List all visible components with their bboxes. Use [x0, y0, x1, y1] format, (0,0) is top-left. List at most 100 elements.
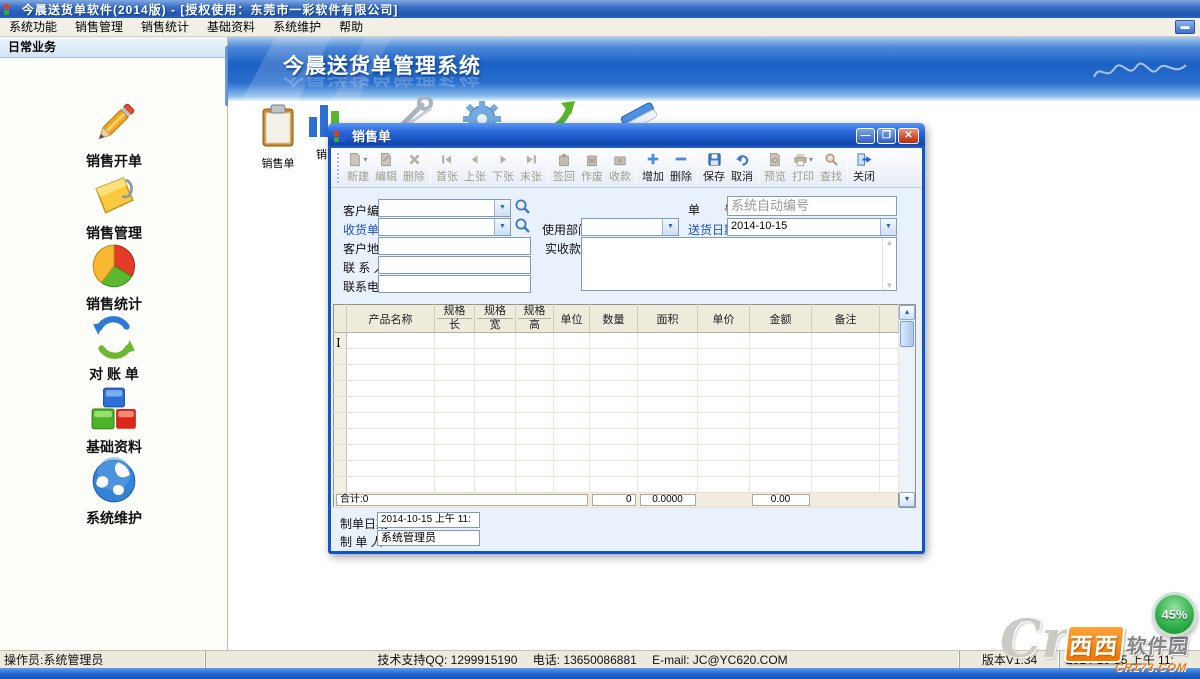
- next-record-button[interactable]: 下张: [489, 149, 517, 186]
- phone-field[interactable]: [378, 275, 531, 293]
- col-unit[interactable]: 单位: [554, 305, 590, 333]
- textarea-scrollbar[interactable]: ▲▼: [882, 238, 896, 290]
- globe-icon: [89, 456, 139, 506]
- sidebar-header: 日常业务: [0, 37, 227, 58]
- button-label: 删除: [403, 168, 425, 184]
- col-spec-width[interactable]: 规格宽: [475, 305, 516, 333]
- col-note[interactable]: 备注: [812, 305, 880, 333]
- grid-row[interactable]: [334, 349, 899, 365]
- sales-order-shortcut[interactable]: 销售单: [248, 103, 308, 171]
- col-unit-price[interactable]: 单价: [698, 305, 750, 333]
- progress-badge: 45%: [1152, 592, 1197, 637]
- delete-button[interactable]: 删除: [400, 149, 428, 186]
- menu-help[interactable]: 帮助: [330, 18, 372, 36]
- grid-row[interactable]: [334, 445, 899, 461]
- mdi-minimize-button[interactable]: ▬: [1175, 20, 1195, 34]
- grid-row[interactable]: [334, 333, 899, 349]
- receive-payment-icon: [613, 152, 627, 167]
- chevron-down-icon[interactable]: ▼: [880, 219, 896, 235]
- app-logo-icon: [4, 3, 16, 15]
- receiver-combo[interactable]: ▼: [378, 218, 511, 236]
- scroll-down-icon[interactable]: ▼: [899, 492, 915, 507]
- address-field[interactable]: [378, 237, 531, 255]
- scroll-down-icon[interactable]: ▼: [883, 281, 896, 290]
- sign-back-icon: [557, 152, 571, 167]
- dialog-maximize-button[interactable]: ❐: [877, 128, 896, 144]
- grid-row[interactable]: [334, 413, 899, 429]
- sign-back-button[interactable]: 签回: [550, 149, 578, 186]
- receive-payment-button[interactable]: 收款: [606, 149, 634, 186]
- grid-row[interactable]: [334, 397, 899, 413]
- received-label: 实收款: [545, 240, 581, 257]
- toolbar-separator: [697, 152, 698, 184]
- menu-maintenance[interactable]: 系统维护: [264, 18, 330, 36]
- button-label: 增加: [642, 168, 664, 184]
- delivery-date-picker[interactable]: 2014-10-15▼: [727, 218, 897, 236]
- prev-record-button[interactable]: 上张: [461, 149, 489, 186]
- add-row-button[interactable]: 增加: [639, 149, 667, 186]
- grid-row[interactable]: [334, 381, 899, 397]
- sidebar-item-sales-manage[interactable]: 销售管理: [0, 171, 228, 243]
- maker-field[interactable]: 系统管理员: [377, 530, 480, 546]
- order-no-field[interactable]: 系统自动编号: [727, 196, 897, 216]
- preview-button[interactable]: 预览: [761, 149, 789, 186]
- menu-base-data[interactable]: 基础资料: [198, 18, 264, 36]
- contact-field[interactable]: [378, 256, 531, 274]
- chevron-down-icon[interactable]: ▼: [494, 200, 510, 216]
- toolbar-grip[interactable]: [337, 153, 341, 183]
- col-quantity[interactable]: 数量: [590, 305, 638, 333]
- receiver-search-icon[interactable]: [514, 217, 531, 234]
- chevron-down-icon[interactable]: ▼: [662, 219, 678, 235]
- chevron-down-icon[interactable]: ▼: [494, 219, 510, 235]
- sidebar-item-sales-stats[interactable]: 销售统计: [0, 242, 228, 314]
- scrollbar-thumb[interactable]: [900, 321, 914, 347]
- last-record-button[interactable]: 末张: [517, 149, 545, 186]
- dialog-content: ▾ 新建 编辑 删除 首张 上张: [331, 148, 922, 551]
- grid-row[interactable]: [334, 477, 899, 493]
- void-button[interactable]: 作废: [578, 149, 606, 186]
- sidebar-item-maintenance[interactable]: 系统维护: [0, 456, 228, 528]
- new-button[interactable]: ▾ 新建: [344, 149, 372, 186]
- void-icon: [585, 152, 599, 167]
- customer-search-icon[interactable]: [514, 198, 531, 215]
- grid-row[interactable]: [334, 365, 899, 381]
- cancel-button[interactable]: 取消: [728, 149, 756, 186]
- scroll-up-icon[interactable]: ▲: [883, 238, 896, 247]
- customer-no-combo[interactable]: ▼: [378, 199, 511, 217]
- remove-row-button[interactable]: 删除: [667, 149, 695, 186]
- col-spec-height[interactable]: 规格高: [516, 305, 554, 333]
- dialog-toolbar: ▾ 新建 编辑 删除 首张 上张: [331, 148, 922, 188]
- dept-combo[interactable]: ▼: [581, 218, 679, 236]
- sidebar-item-sales-entry[interactable]: 销售开单: [0, 99, 228, 171]
- sidebar-item-label: 基础资料: [0, 437, 228, 457]
- close-form-button[interactable]: 关闭: [850, 149, 878, 186]
- find-button[interactable]: 查找: [817, 149, 845, 186]
- col-area[interactable]: 面积: [638, 305, 698, 333]
- button-label: 首张: [436, 168, 458, 184]
- dialog-close-button[interactable]: ✕: [898, 128, 919, 144]
- menu-sales-manage[interactable]: 销售管理: [66, 18, 132, 36]
- sidebar-item-base-data[interactable]: 基础资料: [0, 385, 228, 457]
- edit-button[interactable]: 编辑: [372, 149, 400, 186]
- col-product-name[interactable]: 产品名称: [347, 305, 435, 333]
- status-support: 技术支持QQ: 1299915190 电话: 13650086881 E-mai…: [206, 651, 960, 668]
- scrollbar-track[interactable]: [899, 348, 915, 492]
- col-amount[interactable]: 金额: [750, 305, 812, 333]
- sidebar-item-statement[interactable]: 对 账 单: [0, 314, 228, 384]
- print-button[interactable]: ▾ 打印: [789, 149, 817, 186]
- dialog-titlebar[interactable]: 销售单 — ❐ ✕: [328, 123, 925, 148]
- grid-row[interactable]: [334, 461, 899, 477]
- remove-row-icon: [674, 152, 688, 166]
- dialog-minimize-button[interactable]: —: [856, 128, 875, 144]
- first-record-button[interactable]: 首张: [433, 149, 461, 186]
- toolbar-separator: [430, 152, 431, 184]
- menu-system[interactable]: 系统功能: [0, 18, 66, 36]
- received-textarea[interactable]: ▲▼: [581, 237, 897, 291]
- grid-row[interactable]: [334, 429, 899, 445]
- grid-scrollbar[interactable]: ▲ ▼: [899, 304, 916, 508]
- save-button[interactable]: 保存: [700, 149, 728, 186]
- made-date-field[interactable]: 2014-10-15 上午 11:: [377, 512, 480, 528]
- col-spec-length[interactable]: 规格长: [435, 305, 475, 333]
- menu-sales-stats[interactable]: 销售统计: [132, 18, 198, 36]
- scroll-up-icon[interactable]: ▲: [899, 305, 915, 320]
